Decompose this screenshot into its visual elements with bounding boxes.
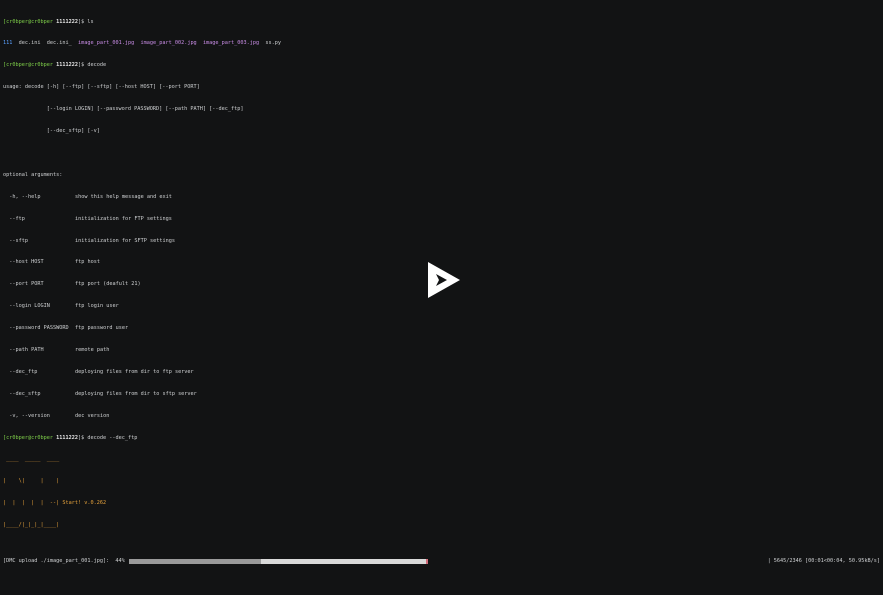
prompt-host: 1111222 [56, 434, 78, 441]
progress-label: [DMC upload ./image_part_001.jpg]: 44% [3, 558, 125, 565]
option-desc: ftp password user [75, 325, 129, 332]
option-flag: --sftp [3, 237, 28, 244]
progress-bar-fill [129, 559, 261, 565]
ascii-art-line: | | | | | --| Start! v.0.262 [3, 500, 107, 507]
ls-dir: 111 [3, 40, 13, 47]
ls-file: ss.py [265, 40, 282, 47]
prompt-command: ]$ decode [77, 62, 107, 69]
prompt-user: [cr0bper@cr0bper [3, 62, 53, 69]
option-desc: initialization for FTP settings [75, 215, 172, 222]
ascii-art-line: |____/|_|_|_|____| [3, 522, 60, 529]
upload-progress: [DMC upload ./image_part_001.jpg]: 44% |… [3, 558, 880, 565]
progress-stats: | 5645/2346 [00:01<00:04, 50.95kB/s] [767, 558, 880, 565]
option-flag: --port PORT [3, 281, 44, 288]
option-desc: remote path [75, 346, 110, 353]
option-flag: -v, --version [3, 412, 50, 419]
option-desc: ftp login user [75, 303, 119, 310]
terminal-line-dec-ftp: [cr0bper@cr0bper 1111222]$ decode --dec_… [3, 435, 880, 442]
option-desc: initialization for SFTP settings [75, 237, 175, 244]
prompt-host: 1111222 [56, 18, 78, 25]
option-row: --password PASSWORD ftp password user [3, 325, 880, 332]
optional-header: optional arguments: [3, 171, 63, 178]
option-row: -v, --version dec version [3, 413, 880, 420]
option-row: --dec_sftp deploying files from dir to sf… [3, 391, 880, 398]
usage-line: usage: decode [-h] [--ftp] [--sftp] [--h… [3, 84, 200, 91]
option-desc: deploying files from dir to ftp server [75, 368, 194, 375]
option-row: --login LOGIN ftp login user [3, 303, 880, 310]
ls-file: dec.ini [18, 40, 41, 47]
option-desc: show this help message and exit [75, 193, 172, 200]
option-desc: ftp host [75, 259, 100, 266]
option-flag: --ftp [3, 215, 25, 222]
option-flag: -h, --help [3, 193, 41, 200]
option-flag: --dec_sftp [3, 390, 41, 397]
prompt-command: ]$ decode --dec_ftp [77, 434, 138, 441]
option-row: -h, --help show this help message and exi… [3, 194, 880, 201]
option-flag: --host HOST [3, 259, 44, 266]
option-desc: deploying files from dir to sftp server [75, 390, 197, 397]
option-flag: --login LOGIN [3, 303, 50, 310]
progress-bar-end [426, 559, 428, 565]
ls-image: image_part_002.jpg [140, 40, 197, 47]
ls-output: 111 dec.ini dec.ini_ image_part_001.jpg … [3, 40, 880, 47]
option-flag: --dec_ftp [3, 368, 38, 375]
option-row: --sftp initialization for SFTP settings [3, 238, 880, 245]
option-row: --dec_ftp deploying files from dir to ftp… [3, 369, 880, 376]
usage-line: [--login LOGIN] [--password PASSWORD] [-… [3, 106, 244, 113]
option-flag: --path PATH [3, 346, 44, 353]
prompt-command: ]$ ls [77, 18, 94, 25]
option-desc: dec version [75, 412, 110, 419]
option-row: --path PATH remote path [3, 347, 880, 354]
ls-image: image_part_001.jpg [78, 40, 135, 47]
prompt-user: [cr0bper@cr0bper [3, 18, 53, 25]
option-flag: --password PASSWORD [3, 325, 69, 332]
prompt-user: [cr0bper@cr0bper [3, 434, 53, 441]
ascii-art-line: ____ _____ ____ [3, 456, 60, 463]
ls-image: image_part_003.jpg [202, 40, 260, 47]
terminal-line-ls: [cr0bper@cr0bper 1111222]$ ls [3, 19, 880, 26]
option-row: --ftp initialization for FTP settings [3, 216, 880, 223]
prompt-host: 1111222 [56, 62, 78, 69]
play-button[interactable] [427, 261, 461, 299]
usage-line: [--dec_sftp] [-v] [3, 128, 100, 135]
option-desc: ftp port (deafult 21) [75, 281, 141, 288]
ascii-art-line: | \| | | [3, 478, 60, 485]
play-icon [428, 262, 460, 298]
terminal-line-decode: [cr0bper@cr0bper 1111222]$ decode [3, 62, 880, 69]
ls-file: dec.ini_ [46, 40, 72, 47]
progress-bar [129, 559, 428, 565]
